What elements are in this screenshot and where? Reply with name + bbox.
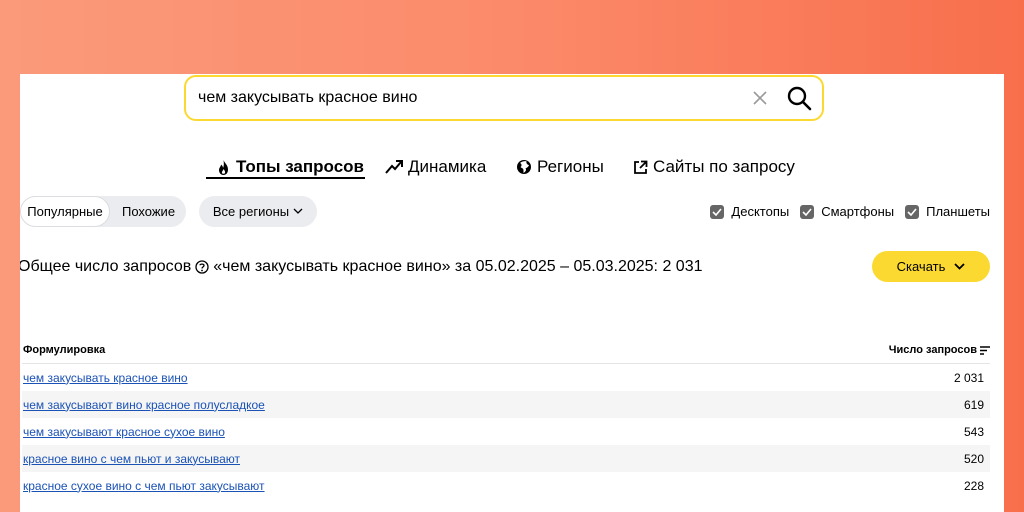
table-row: чем закусывать красное вино 2 031 xyxy=(22,364,990,391)
tab-active-indicator xyxy=(206,177,365,179)
region-label: Все регионы xyxy=(212,204,290,219)
region-dropdown[interactable]: Все регионы xyxy=(199,196,317,227)
query-count: 228 xyxy=(963,478,984,493)
column-header-phrase: Формулировка xyxy=(23,344,106,356)
checkbox-label: Десктопы xyxy=(731,204,790,219)
table-row: чем закусывают вино красное полусладкое … xyxy=(22,391,990,418)
checkbox-tablets[interactable]: Планшеты xyxy=(905,204,990,219)
phrase-link[interactable]: красное вино с чем пьют и закусывают xyxy=(23,452,240,466)
tab-regions[interactable]: Регионы xyxy=(516,154,604,180)
table-row: красное сухое вино с чем пьют закусывают… xyxy=(22,472,990,499)
trend-icon xyxy=(385,160,403,174)
column-header-count[interactable]: Число запросов xyxy=(889,344,990,356)
summary-prefix: Общее число запросов xyxy=(20,258,192,275)
checkbox-checked-icon xyxy=(800,204,815,219)
fire-icon xyxy=(219,159,228,175)
query-count: 543 xyxy=(963,424,984,439)
checkbox-desktops[interactable]: Десктопы xyxy=(710,204,789,219)
query-count: 2 031 xyxy=(953,370,984,385)
download-button[interactable]: Скачать xyxy=(872,251,990,282)
device-filters: Десктопы Смартфоны Планшеты xyxy=(699,204,990,219)
phrase-link[interactable]: чем закусывают вино красное полусладкое xyxy=(23,398,265,412)
mode-switch: Популярные Похожие xyxy=(20,196,186,227)
download-label: Скачать xyxy=(896,259,946,274)
query-count: 520 xyxy=(963,451,984,466)
tab-label: Сайты по запросу xyxy=(653,157,795,176)
external-link-icon xyxy=(634,160,648,174)
globe-icon xyxy=(517,160,531,174)
sort-icon xyxy=(980,345,990,355)
table-header: Формулировка Число запросов xyxy=(22,342,990,362)
query-count: 619 xyxy=(963,397,984,412)
similar-button[interactable]: Похожие xyxy=(110,196,187,227)
table-body: чем закусывать красное вино 2 031 чем за… xyxy=(22,364,990,499)
tab-dynamics[interactable]: Динамика xyxy=(385,154,486,180)
summary-text: «чем закусывать красное вино» за 05.02.2… xyxy=(213,258,703,275)
checkbox-label: Планшеты xyxy=(926,204,990,219)
search-input[interactable] xyxy=(198,89,750,107)
checkbox-checked-icon xyxy=(710,204,725,219)
chevron-down-icon xyxy=(293,208,303,214)
checkbox-smartphones[interactable]: Смартфоны xyxy=(800,204,894,219)
tab-bar: Топы запросов Динамика Регионы Сайты по … xyxy=(20,154,1004,184)
popular-button[interactable]: Популярные xyxy=(20,196,110,227)
checkbox-checked-icon xyxy=(905,204,920,219)
summary-line: Общее число запросов «чем закусывать кра… xyxy=(20,258,702,276)
search-box xyxy=(184,75,824,121)
tab-label: Регионы xyxy=(537,157,604,176)
tab-label: Динамика xyxy=(408,157,487,176)
column-header-label: Число запросов xyxy=(888,344,977,356)
search-icon[interactable] xyxy=(786,85,812,111)
phrase-link[interactable]: чем закусывают красное сухое вино xyxy=(23,425,225,439)
table-row: красное вино с чем пьют и закусывают 520 xyxy=(22,445,990,472)
phrase-link[interactable]: красное сухое вино с чем пьют закусывают xyxy=(23,479,265,493)
help-icon[interactable] xyxy=(195,260,209,274)
tab-label: Топы запросов xyxy=(236,157,364,176)
tab-sites[interactable]: Сайты по запросу xyxy=(633,154,795,180)
table-row: чем закусывают красное сухое вино 543 xyxy=(22,418,990,445)
clear-icon[interactable] xyxy=(750,88,770,108)
chevron-down-icon xyxy=(954,263,966,270)
wordstat-panel: Топы запросов Динамика Регионы Сайты по … xyxy=(20,74,1004,512)
phrase-link[interactable]: чем закусывать красное вино xyxy=(23,371,188,385)
checkbox-label: Смартфоны xyxy=(821,204,895,219)
